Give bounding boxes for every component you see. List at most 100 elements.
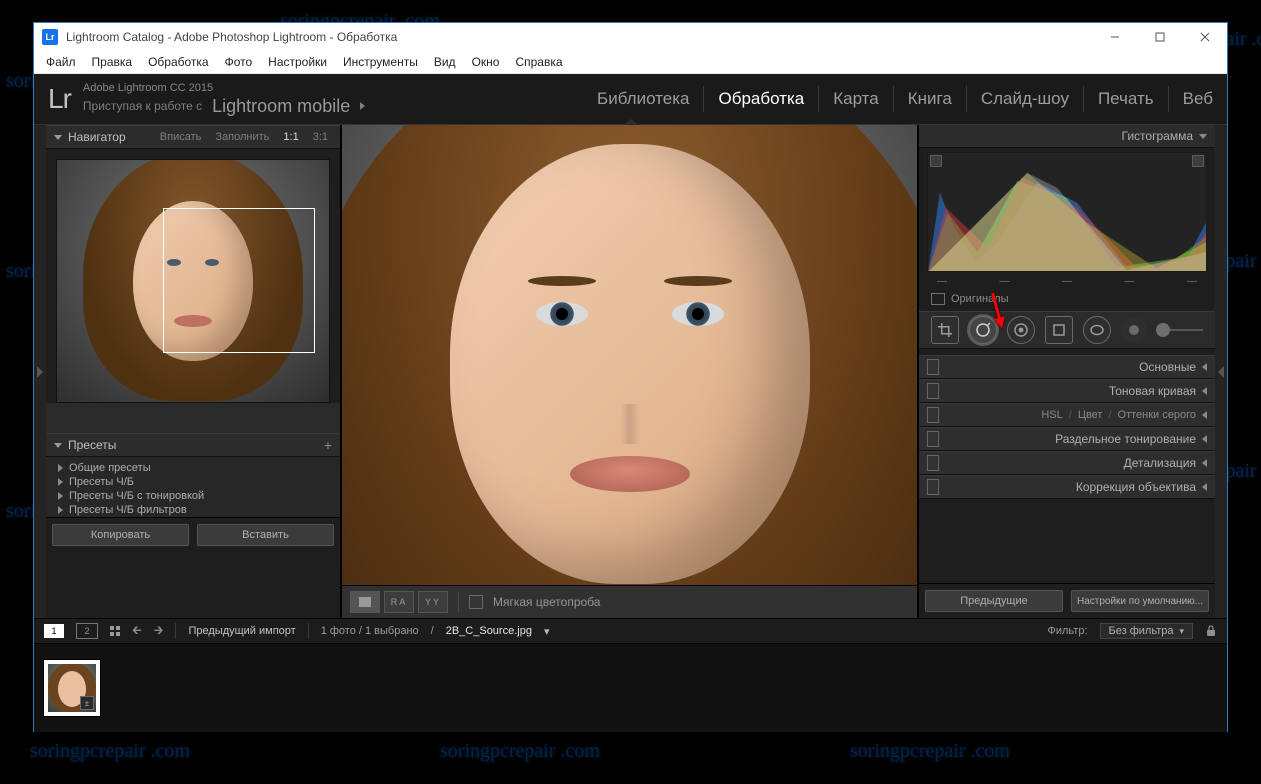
preset-folder[interactable]: Пресеты Ч/Б [46, 475, 340, 489]
panel-detail[interactable]: Детализация [919, 451, 1215, 475]
source-label[interactable]: Предыдущий импорт [188, 625, 295, 637]
chevron-down-icon [54, 135, 62, 140]
preset-list[interactable]: Общие пресеты Пресеты Ч/Б Пресеты Ч/Б с … [46, 457, 340, 517]
chevron-down-icon [54, 443, 62, 448]
product-info: Adobe Lightroom CC 2015 Приступая к рабо… [83, 82, 365, 117]
photo-view[interactable] [342, 125, 917, 585]
module-map[interactable]: Карта [833, 74, 879, 124]
module-slideshow[interactable]: Слайд-шоу [981, 74, 1069, 124]
module-print[interactable]: Печать [1098, 74, 1154, 124]
panel-switch[interactable] [927, 407, 939, 423]
left-panel-expander[interactable] [34, 125, 46, 618]
mobile-brand[interactable]: Lightroom mobile [212, 96, 350, 117]
module-library[interactable]: Библиотека [597, 74, 689, 124]
module-develop[interactable]: Обработка [718, 74, 804, 124]
crop-tool[interactable] [931, 316, 959, 344]
chevron-right-icon [58, 492, 63, 500]
panel-splittoning[interactable]: Раздельное тонирование [919, 427, 1215, 451]
brush-size-slider[interactable] [1163, 329, 1203, 331]
develop-badge-icon: ± [80, 696, 94, 710]
original-row[interactable]: Оригиналы [919, 287, 1215, 311]
before-after-ra-button[interactable]: RA [384, 591, 414, 613]
presets-header[interactable]: Пресеты + [46, 433, 340, 457]
histogram-region-controls[interactable]: — — — — — [919, 276, 1215, 287]
close-button[interactable] [1182, 23, 1227, 51]
menu-edit[interactable]: Правка [84, 52, 141, 72]
prev-photo-button[interactable]: 🡰 [132, 621, 142, 642]
copy-button[interactable]: Копировать [52, 524, 189, 546]
panel-basic[interactable]: Основные [919, 355, 1215, 379]
chevron-right-icon[interactable] [360, 102, 365, 110]
current-filename[interactable]: 2B_C_Source.jpg [446, 625, 532, 637]
content-row: Навигатор Вписать Заполнить 1:1 3:1 [34, 125, 1227, 618]
radial-filter-tool[interactable] [1083, 316, 1111, 344]
window-title: Lightroom Catalog - Adobe Photoshop Ligh… [66, 30, 1092, 44]
menu-help[interactable]: Справка [507, 52, 570, 72]
menu-develop[interactable]: Обработка [140, 52, 217, 72]
menu-window[interactable]: Окно [464, 52, 508, 72]
paste-button[interactable]: Вставить [197, 524, 334, 546]
filter-lock-icon[interactable] [1205, 625, 1217, 637]
right-panel: Гистограмма [918, 125, 1215, 618]
panel-switch[interactable] [927, 383, 939, 399]
loupe-view-button[interactable] [350, 591, 380, 613]
chevron-left-icon [1202, 363, 1207, 371]
nav-opt-fill[interactable]: Заполнить [211, 131, 273, 143]
softproof-checkbox[interactable] [469, 595, 483, 609]
left-panel: Навигатор Вписать Заполнить 1:1 3:1 [46, 125, 341, 618]
menu-photo[interactable]: Фото [217, 52, 261, 72]
primary-display-button[interactable]: 1 [44, 624, 64, 638]
panel-hsl[interactable]: HSL/ Цвет/ Оттенки серого [919, 403, 1215, 427]
reset-defaults-button[interactable]: Настройки по умолчанию... [1071, 590, 1209, 612]
navigator-preview[interactable] [56, 159, 330, 403]
panel-lenscorrection[interactable]: Коррекция объектива [919, 475, 1215, 499]
filmstrip[interactable]: ± [34, 643, 1227, 732]
secondary-toolbar: 1 2 🡰 🡲 Предыдущий импорт 1 фото / 1 выб… [34, 618, 1227, 643]
secondary-display-button[interactable]: 2 [76, 623, 98, 639]
panel-switch[interactable] [927, 359, 939, 375]
title-bar: Lr Lightroom Catalog - Adobe Photoshop L… [34, 23, 1227, 51]
before-after-yy-button[interactable]: YY [418, 591, 448, 613]
filter-dropdown[interactable]: Без фильтра ▾ [1100, 623, 1193, 639]
right-panel-buttons: Предыдущие Настройки по умолчанию... [919, 583, 1215, 618]
chevron-left-icon [1202, 387, 1207, 395]
add-preset-button[interactable]: + [324, 437, 332, 453]
graduated-filter-tool[interactable] [1045, 316, 1073, 344]
menu-tools[interactable]: Инструменты [335, 52, 426, 72]
maximize-button[interactable] [1137, 23, 1182, 51]
minimize-button[interactable] [1092, 23, 1137, 51]
histogram[interactable] [927, 152, 1207, 272]
photo-count: 1 фото / 1 выбрано [321, 625, 419, 637]
module-picker: Библиотека Обработка Карта Книга Слайд-ш… [597, 74, 1213, 124]
menu-view[interactable]: Вид [426, 52, 464, 72]
histogram-header[interactable]: Гистограмма [919, 125, 1215, 148]
filmstrip-thumbnail[interactable]: ± [44, 660, 100, 716]
app-icon: Lr [42, 29, 58, 45]
navigator-crop-frame[interactable] [163, 208, 315, 353]
preset-folder[interactable]: Общие пресеты [46, 461, 340, 475]
lightroom-logo: Lr [48, 83, 71, 115]
preset-folder[interactable]: Пресеты Ч/Б с тонировкой [46, 489, 340, 503]
center-area: RA YY Мягкая цветопроба [341, 125, 918, 618]
panel-switch[interactable] [927, 479, 939, 495]
nav-opt-1to1[interactable]: 1:1 [279, 131, 302, 143]
previous-button[interactable]: Предыдущие [925, 590, 1063, 612]
navigator-header[interactable]: Навигатор Вписать Заполнить 1:1 3:1 [46, 125, 340, 149]
grid-icon[interactable] [110, 626, 120, 636]
right-panel-expander[interactable] [1215, 125, 1227, 618]
panel-switch[interactable] [927, 431, 939, 447]
panel-switch[interactable] [927, 455, 939, 471]
product-name: Adobe Lightroom CC 2015 [83, 82, 365, 94]
panel-tonecurve[interactable]: Тоновая кривая [919, 379, 1215, 403]
tool-strip [919, 311, 1215, 349]
preset-folder[interactable]: Пресеты Ч/Б фильтров [46, 503, 340, 517]
chevron-left-icon [1202, 411, 1207, 419]
module-book[interactable]: Книга [908, 74, 952, 124]
brush-tool[interactable] [1121, 317, 1147, 343]
module-web[interactable]: Веб [1183, 74, 1213, 124]
next-photo-button[interactable]: 🡲 [154, 621, 164, 642]
menu-file[interactable]: Файл [38, 52, 84, 72]
nav-opt-fit[interactable]: Вписать [156, 131, 206, 143]
nav-opt-3to1[interactable]: 3:1 [309, 131, 332, 143]
menu-settings[interactable]: Настройки [260, 52, 335, 72]
